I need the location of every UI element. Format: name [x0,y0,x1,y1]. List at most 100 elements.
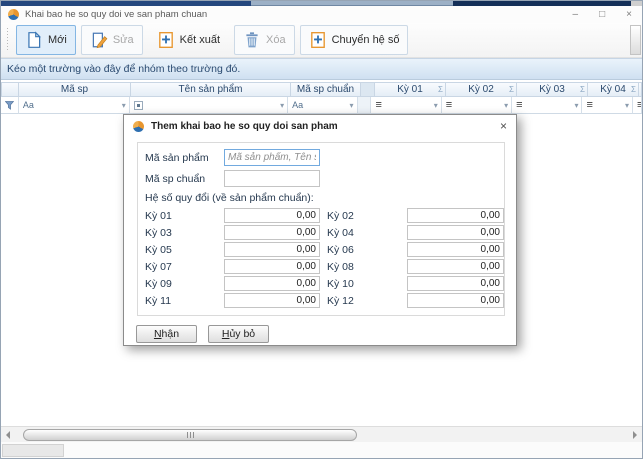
chevron-down-icon[interactable]: ▾ [122,102,126,110]
ky-05-input[interactable] [224,242,320,257]
filter-cell-ky-04[interactable]: ≡ ▾ [582,97,633,114]
status-corner-block [2,444,64,457]
column-label: Mã sp chuẩn [297,84,354,95]
filter-cell-partial: ≡ [633,97,642,114]
scroll-right-arrow[interactable] [633,431,637,439]
sigma-icon[interactable]: Σ [509,85,514,94]
filter-cell-ma-sp[interactable]: Aa ▾ [19,97,130,114]
column-header-ky-03[interactable]: Kỳ 03 Σ [517,82,588,97]
column-label: Kỳ 03 [539,84,565,95]
ma-san-pham-label: Mã sản phẩm [145,152,209,164]
ky-05-label: Kỳ 05 [145,244,172,256]
ky-04-input[interactable] [407,225,504,240]
filter-cell-ma-sp-chuan[interactable]: Aa ▾ [288,97,357,114]
ky-01-label: Kỳ 01 [145,210,172,222]
dialog-them-khai-bao: Them khai bao he so quy doi san pham × M… [123,114,517,346]
scroll-thumb-grip [193,432,194,438]
ky-11-input[interactable] [224,293,320,308]
export-icon [157,31,175,49]
delete-button[interactable]: Xóa [234,25,295,55]
cancel-button[interactable]: Hủy bỏ [208,325,269,343]
fixed-column-separator [358,97,372,114]
ky-08-label: Kỳ 08 [327,261,354,273]
ky-10-input[interactable] [407,276,504,291]
ky-07-input[interactable] [224,259,320,274]
column-label: Tên sản phẩm [179,84,243,95]
grid-header: Mã sp Tên sản phẩm Mã sp chuẩn Kỳ 01 Σ K… [1,82,642,97]
filter-indicator-cell[interactable] [1,97,19,114]
column-header-ky-02[interactable]: Kỳ 02 Σ [446,82,517,97]
edit-button[interactable]: Sửa [81,25,143,55]
ky-10-label: Kỳ 10 [327,278,354,290]
dialog-close-button[interactable]: × [500,120,507,132]
new-button[interactable]: Mới [16,25,76,55]
status-bar [1,442,642,458]
convert-factor-button-label: Chuyển hệ số [332,34,400,46]
export-button[interactable]: Kết xuất [148,25,229,55]
ky-02-input[interactable] [407,208,504,223]
ky-12-input[interactable] [407,293,504,308]
row-indicator-header [1,82,19,97]
trash-icon [243,31,261,49]
ky-07-label: Kỳ 07 [145,261,172,273]
column-header-ky-04[interactable]: Kỳ 04 Σ [588,82,639,97]
dialog-titlebar: Them khai bao he so quy doi san pham × [124,115,516,137]
delete-button-label: Xóa [266,34,286,46]
horizontal-scrollbar[interactable] [1,426,642,442]
column-label: Mã sp [61,84,88,95]
chevron-down-icon[interactable]: ▾ [625,102,629,110]
column-header-ma-sp[interactable]: Mã sp [19,82,131,97]
maximize-button[interactable]: □ [599,10,605,20]
chevron-down-icon[interactable]: ▾ [280,102,284,110]
match-case-icon[interactable]: Aa [292,100,303,110]
filter-cell-ky-02[interactable]: ≡ ▾ [442,97,512,114]
filter-funnel-icon [5,101,14,110]
chevron-down-icon[interactable]: ▾ [504,102,508,110]
ky-08-input[interactable] [407,259,504,274]
column-header-ma-sp-chuan[interactable]: Mã sp chuẩn [291,82,361,97]
ky-04-label: Kỳ 04 [327,227,354,239]
chevron-down-icon[interactable]: ▾ [434,102,438,110]
equals-icon[interactable]: ≡ [375,100,381,111]
chevron-down-icon[interactable]: ▾ [350,102,354,110]
window-title: Khai bao he so quy doi ve san pham chuan [25,9,207,20]
ky-01-input[interactable] [224,208,320,223]
filter-condition-icon[interactable] [134,101,143,110]
column-header-ten-san-pham[interactable]: Tên sản phẩm [131,82,291,97]
ky-06-input[interactable] [407,242,504,257]
scroll-thumb[interactable] [23,429,357,441]
equals-icon[interactable]: ≡ [516,100,522,111]
app-window: Khai bao he so quy doi ve san pham chuan… [0,0,643,459]
column-label: Kỳ 04 [600,84,626,95]
ma-sp-chuan-input[interactable] [224,170,320,187]
he-so-section-label: Hệ số quy đổi (về sản phẩm chuẩn): [145,192,314,204]
sigma-icon[interactable]: Σ [631,85,636,94]
ky-03-input[interactable] [224,225,320,240]
filter-cell-ten-san-pham[interactable]: ▾ [130,97,288,114]
convert-factor-button[interactable]: Chuyển hệ số [300,25,409,55]
toolbar-overflow-button[interactable] [630,25,641,55]
ky-12-label: Kỳ 12 [327,295,354,307]
group-by-panel[interactable]: Kéo một trường vào đây để nhóm theo trườ… [1,58,642,80]
filter-cell-ky-01[interactable]: ≡ ▾ [371,97,441,114]
edit-button-label: Sửa [113,34,134,46]
scroll-thumb-grip [187,432,188,438]
sigma-icon[interactable]: Σ [580,85,585,94]
equals-icon[interactable]: ≡ [446,100,452,111]
close-button[interactable]: × [626,10,632,20]
scroll-thumb-grip [190,432,191,438]
minimize-button[interactable]: – [573,10,579,20]
match-case-icon[interactable]: Aa [23,100,34,110]
equals-icon[interactable]: ≡ [586,100,592,111]
chevron-down-icon[interactable]: ▾ [574,102,578,110]
toolbar-grip[interactable] [6,28,9,52]
ky-09-input[interactable] [224,276,320,291]
filter-cell-ky-03[interactable]: ≡ ▾ [512,97,582,114]
ma-san-pham-input[interactable] [224,149,320,166]
column-header-ky-01[interactable]: Kỳ 01 Σ [375,82,446,97]
group-by-hint: Kéo một trường vào đây để nhóm theo trườ… [7,63,240,75]
accept-button[interactable]: Nhận [136,325,197,343]
ky-02-label: Kỳ 02 [327,210,354,222]
scroll-left-arrow[interactable] [6,431,10,439]
sigma-icon[interactable]: Σ [438,85,443,94]
